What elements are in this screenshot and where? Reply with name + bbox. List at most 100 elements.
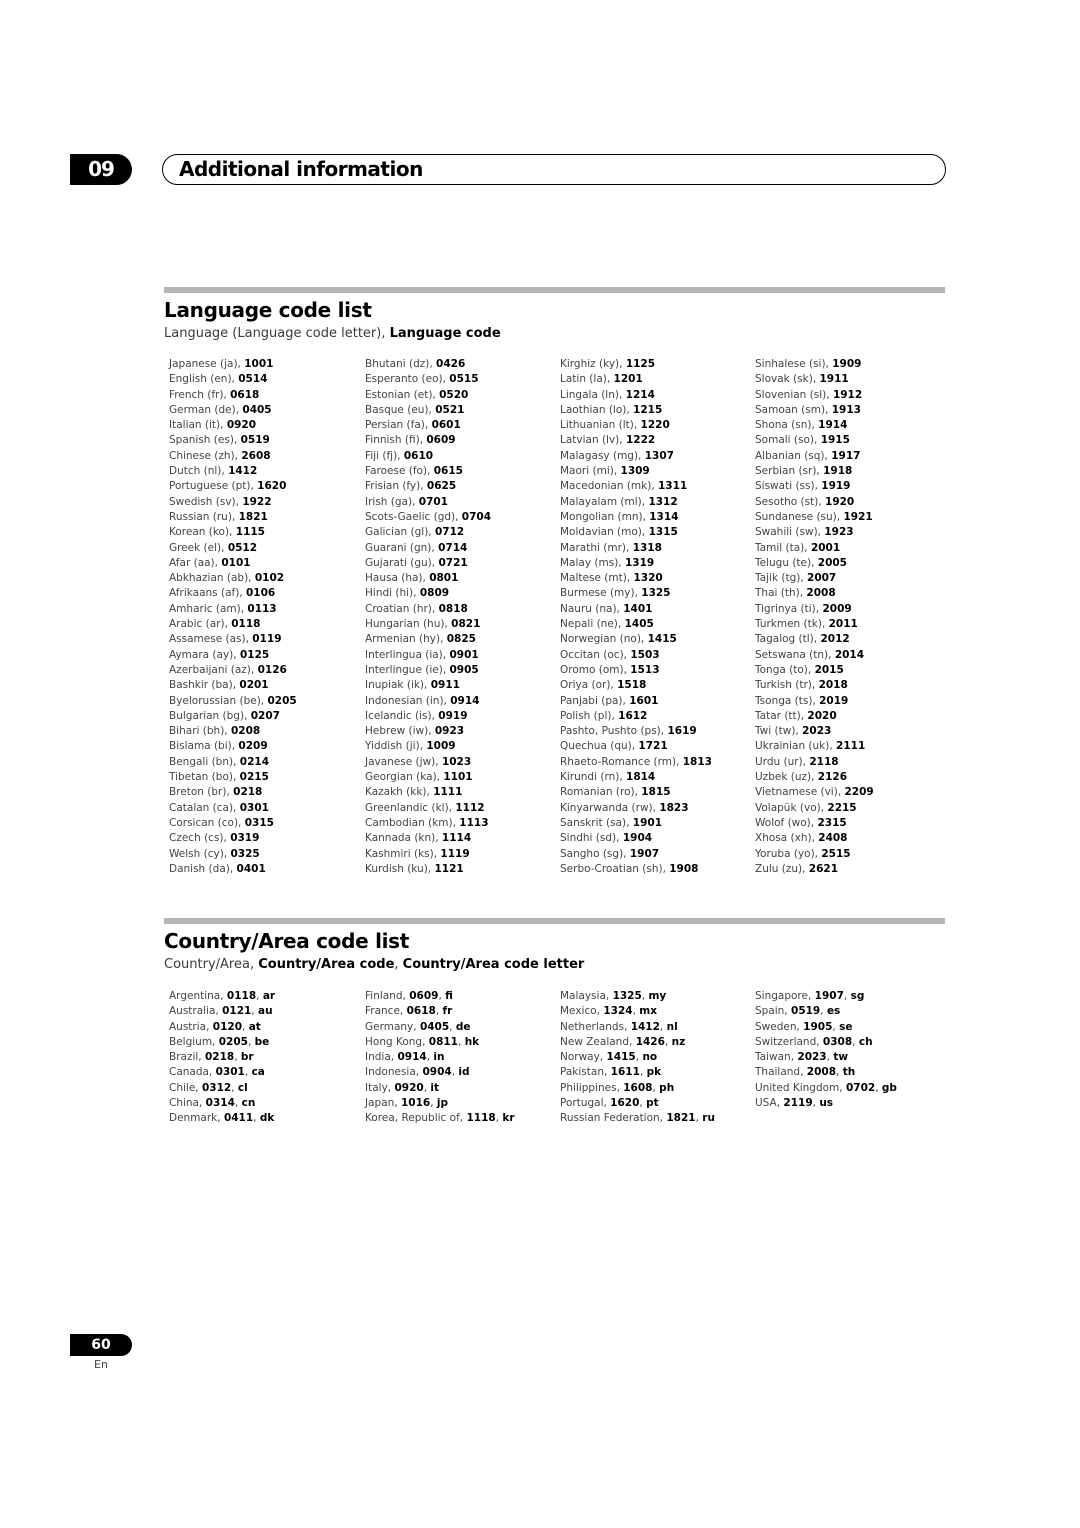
language-code: 1214 xyxy=(625,388,655,401)
language-code: 2023 xyxy=(802,725,832,738)
language-entry: Setswana (tn), 2014 xyxy=(755,648,945,663)
language-name: Japanese (ja), xyxy=(169,358,245,370)
country-entry: Chile, 0312, cl xyxy=(169,1081,359,1096)
language-name: Oromo (om), xyxy=(560,663,631,676)
country-entry: Japan, 1016, jp xyxy=(365,1096,555,1111)
country-entry: Indonesia, 0904, id xyxy=(365,1065,555,1080)
country-name: Germany, xyxy=(365,1020,420,1033)
country-entry: Finland, 0609, fi xyxy=(365,989,555,1004)
country-letter: in xyxy=(433,1051,445,1064)
language-entry: Kirundi (rn), 1814 xyxy=(560,770,750,785)
chapter-header: Additional information xyxy=(162,154,946,185)
language-code: 0207 xyxy=(250,709,280,722)
country-entry: Argentina, 0118, ar xyxy=(169,989,359,1004)
language-code: 2018 xyxy=(818,679,848,692)
language-column-3: Kirghiz (ky), 1125 Latin (la), 1201 Lingal… xyxy=(560,357,750,877)
country-code: 1620 xyxy=(610,1097,640,1110)
language-entry: Sanskrit (sa), 1901 xyxy=(560,816,750,831)
language-entry: Thai (th), 2008 xyxy=(755,586,945,601)
language-entry: Corsican (co), 0315 xyxy=(169,816,359,831)
language-name: Slovenian (sl), xyxy=(755,388,833,401)
language-entry: Armenian (hy), 0825 xyxy=(365,632,555,647)
country-code: 0218 xyxy=(204,1051,235,1064)
language-code: 0519 xyxy=(240,434,270,447)
language-name: Volapük (vo), xyxy=(755,801,828,814)
language-name: Afar (aa), xyxy=(169,556,222,569)
language-code: 1001 xyxy=(244,358,274,370)
language-entry: Hungarian (hu), 0821 xyxy=(365,617,555,632)
language-entry: Malay (ms), 1319 xyxy=(560,556,750,571)
country-code: 0519 xyxy=(791,1005,821,1018)
language-entry: Maori (mi), 1309 xyxy=(560,464,750,479)
country-entry: Thailand, 2008, th xyxy=(755,1065,945,1080)
language-code: 0401 xyxy=(236,862,266,875)
language-name: Finnish (fi), xyxy=(365,434,427,447)
language-entry: Danish (da), 0401 xyxy=(169,862,359,877)
country-entry: Austria, 0120, at xyxy=(169,1020,359,1035)
country-code: 1325 xyxy=(612,990,642,1002)
language-entry: Pashto, Pushto (ps), 1619 xyxy=(560,724,750,739)
language-code: 2015 xyxy=(814,663,844,676)
page-number: 60 xyxy=(70,1334,132,1356)
language-name: Abkhazian (ab), xyxy=(169,572,255,585)
language-name: Somali (so), xyxy=(755,434,821,447)
country-name: Thailand, xyxy=(755,1066,807,1079)
chapter-title: Additional information xyxy=(179,157,423,181)
language-name: Hebrew (iw), xyxy=(365,725,435,738)
language-entry: Amharic (am), 0113 xyxy=(169,602,359,617)
country-letter: ch xyxy=(858,1035,873,1048)
country-letter: ph xyxy=(659,1081,675,1094)
country-name: Spain, xyxy=(755,1005,792,1018)
country-name: Russian Federation, xyxy=(560,1112,667,1125)
language-name: Bulgarian (bg), xyxy=(169,709,251,722)
language-name: Romanian (ro), xyxy=(560,786,642,799)
language-name: Tajik (tg), xyxy=(755,572,808,585)
language-name: Panjabi (pa), xyxy=(560,694,630,707)
language-name: Amharic (am), xyxy=(169,602,248,615)
language-entry: Somali (so), 1915 xyxy=(755,433,945,448)
separator: , xyxy=(820,1005,827,1018)
language-name: Cambodian (km), xyxy=(365,816,460,829)
country-letter: pk xyxy=(646,1066,662,1079)
language-entry: Bislama (bi), 0209 xyxy=(169,739,359,754)
language-entry: Quechua (qu), 1721 xyxy=(560,739,750,754)
language-code: 0325 xyxy=(230,847,260,860)
language-code: 1201 xyxy=(613,373,643,386)
language-entry: Tibetan (bo), 0215 xyxy=(169,770,359,785)
language-code: 0610 xyxy=(403,449,434,462)
language-entry: Rhaeto-Romance (rm), 1813 xyxy=(560,755,750,770)
language-code: 1612 xyxy=(618,709,648,722)
language-name: Kannada (kn), xyxy=(365,832,442,845)
language-name: Sesotho (st), xyxy=(755,495,826,508)
language-name: Basque (eu), xyxy=(365,403,436,416)
separator: , xyxy=(639,1066,647,1079)
language-entry: Icelandic (is), 0919 xyxy=(365,709,555,724)
language-code: 0215 xyxy=(239,771,269,784)
language-entry: Inupiak (ik), 0911 xyxy=(365,678,555,693)
language-entry: Kannada (kn), 1114 xyxy=(365,831,555,846)
language-code: 2215 xyxy=(827,801,857,814)
language-name: Norwegian (no), xyxy=(560,633,648,646)
language-name: Laothian (lo), xyxy=(560,403,634,416)
language-name: Kinyarwanda (rw), xyxy=(560,801,660,814)
language-code: 0704 xyxy=(461,510,492,523)
language-name: Occitan (oc), xyxy=(560,648,631,661)
language-name: Irish (ga), xyxy=(365,495,419,508)
separator: , xyxy=(244,1066,252,1079)
language-name: Catalan (ca), xyxy=(169,801,240,814)
language-name: Hindi (hi), xyxy=(365,587,420,600)
language-code: 1101 xyxy=(443,771,473,784)
language-code: 1125 xyxy=(625,358,656,370)
language-code: 0721 xyxy=(438,556,468,569)
separator: , xyxy=(253,1112,260,1125)
language-code: 0118 xyxy=(231,618,261,631)
language-entry: Volapük (vo), 2215 xyxy=(755,801,945,816)
language-name: Latvian (lv), xyxy=(560,434,626,447)
language-entry: Interlingue (ie), 0905 xyxy=(365,663,555,678)
country-name: Singapore, xyxy=(755,990,815,1002)
language-entry: Ukrainian (uk), 2111 xyxy=(755,739,945,754)
language-name: Interlingue (ie), xyxy=(365,663,450,676)
language-entry: Turkmen (tk), 2011 xyxy=(755,617,945,632)
country-letter: id xyxy=(458,1066,470,1079)
language-name: Urdu (ur), xyxy=(755,755,810,768)
